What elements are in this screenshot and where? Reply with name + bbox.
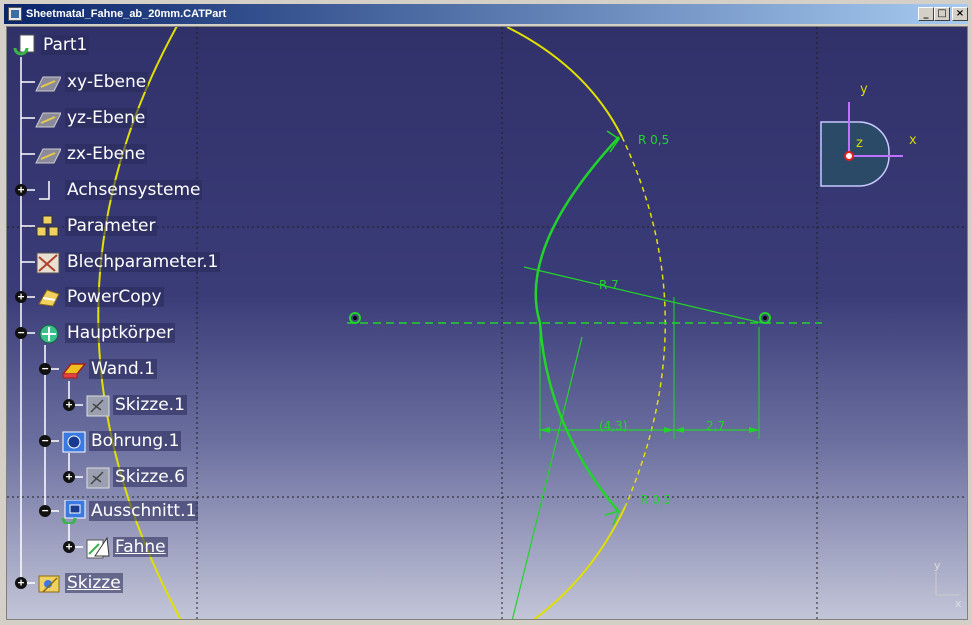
catia-window: Sheetmatal_Fahne_ab_20mm.CATPart _ □ × R…: [0, 0, 972, 625]
axis-triad: y x: [934, 559, 962, 610]
tree-label-hole: Bohrung.1: [89, 431, 182, 451]
collapse-minus-icon[interactable]: −: [39, 435, 51, 447]
title-bar[interactable]: Sheetmatal_Fahne_ab_20mm.CATPart _ □ ×: [4, 4, 968, 24]
parameter-icon: [35, 215, 61, 237]
powercopy-icon: [37, 286, 63, 308]
sketch-icon: [85, 466, 111, 489]
tree-label-cutout: Ausschnitt.1: [89, 501, 199, 521]
expand-plus-icon[interactable]: +: [63, 541, 75, 553]
expand-plus-icon[interactable]: +: [15, 577, 27, 589]
collapse-minus-icon[interactable]: −: [39, 363, 51, 375]
expand-plus-icon[interactable]: +: [15, 184, 27, 196]
compass-x-label: x: [909, 133, 917, 148]
construction-arc-top: [506, 27, 623, 138]
radius-leader: [523, 266, 763, 324]
wall-icon: [61, 358, 87, 380]
close-button[interactable]: ×: [952, 7, 968, 21]
tree-label-xy-plane: xy-Ebene: [65, 72, 149, 92]
cutout-icon: [61, 499, 87, 526]
plane-icon: [35, 143, 62, 165]
collapse-minus-icon[interactable]: −: [15, 327, 27, 339]
compass-y-label: y: [860, 82, 868, 97]
dim-left: (4,3): [599, 419, 627, 433]
expand-plus-icon[interactable]: +: [63, 471, 75, 483]
construction-arc-dashed: [621, 136, 666, 508]
expand-plus-icon[interactable]: +: [63, 399, 75, 411]
maximize-button[interactable]: □: [934, 7, 950, 21]
tree-label-main-body: Hauptkörper: [65, 323, 176, 343]
window-title: Sheetmatal_Fahne_ab_20mm.CATPart: [26, 8, 227, 20]
tree-label-sketch-6: Skizze.6: [113, 467, 187, 487]
3d-viewport[interactable]: R 0,5 R 7 (4,3) 2,7 R 0,5 y x z y x Part…: [6, 26, 968, 620]
tree-label-parameter: Parameter: [65, 216, 158, 236]
compass-z-label: z: [856, 136, 863, 151]
triad-x-label: x: [955, 597, 962, 610]
compass[interactable]: y x z: [820, 82, 917, 187]
triad-y-label: y: [934, 559, 941, 572]
dim-radius-top: R 0,5: [638, 133, 669, 147]
sheetmetal-parameter-icon: [35, 251, 61, 274]
sketch-icon: [85, 394, 111, 417]
minimize-button[interactable]: _: [918, 7, 934, 21]
hole-icon: [61, 430, 87, 453]
sketch-arc: [534, 136, 620, 513]
tree-label-axis-systems: Achsensysteme: [65, 180, 203, 200]
tree-label-yz-plane: yz-Ebene: [65, 108, 148, 128]
tree-label-sketch-folder: Skizze: [65, 573, 123, 593]
tree-label-zx-plane: zx-Ebene: [65, 144, 148, 164]
tree-label-flange: Fahne: [113, 537, 168, 557]
tree-label-sketch-1: Skizze.1: [113, 395, 187, 415]
axis-system-icon: [37, 179, 63, 201]
flange-icon: [85, 536, 111, 559]
body-icon: [37, 322, 63, 344]
collapse-minus-icon[interactable]: −: [39, 505, 51, 517]
construction-arc-bottom: [532, 506, 626, 619]
catpart-icon: [8, 7, 22, 21]
tree-label-wall: Wand.1: [89, 359, 157, 379]
tree-label-root: Part1: [41, 35, 90, 55]
sketch-folder-icon: [37, 572, 63, 594]
dim-radius-bottom: R 0,5: [640, 493, 671, 507]
tree-label-powercopy: PowerCopy: [65, 287, 164, 307]
plane-icon: [35, 71, 62, 93]
expand-plus-icon[interactable]: +: [15, 291, 27, 303]
tree-label-sheetmetal-parameter: Blechparameter.1: [65, 252, 221, 272]
dim-right: 2,7: [706, 419, 725, 433]
part-icon: [13, 34, 39, 56]
dim-radius-big: R 7: [599, 278, 619, 292]
plane-icon: [35, 107, 62, 129]
